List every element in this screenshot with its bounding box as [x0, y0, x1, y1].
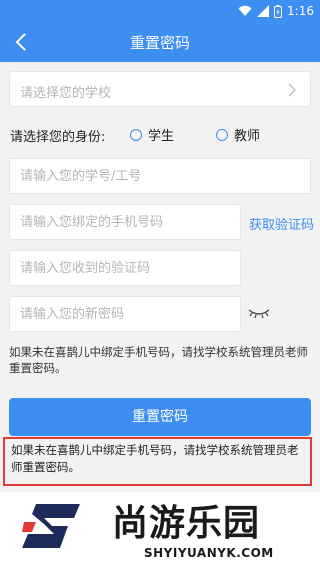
- radio-teacher-label: 教师: [234, 129, 261, 144]
- id-field-wrapper: [9, 158, 311, 194]
- reset-hint-text: 如果未在喜鹊儿中绑定手机号码，请找学校系统管理员老师重置密码。: [9, 345, 308, 375]
- wifi-icon: [238, 5, 252, 16]
- student-id-input[interactable]: [10, 159, 310, 193]
- watermark-logo: [22, 504, 80, 548]
- eye-closed-icon[interactable]: [247, 305, 271, 321]
- page-title: 重置密码: [129, 34, 190, 52]
- signal-icon: [257, 5, 270, 17]
- highlighted-hint-text: 如果未在喜鹊儿中绑定手机号码，请找学校系统管理员老师重置密码。: [3, 437, 312, 486]
- reset-password-button[interactable]: 重置密码: [9, 398, 311, 436]
- watermark-banner: 尚游乐园 SHYIYUANYK.COM: [0, 492, 320, 569]
- status-icons: 1:16: [238, 3, 314, 19]
- radio-teacher[interactable]: 教师: [216, 125, 260, 144]
- radio-circle[interactable]: [216, 128, 228, 141]
- chevron-right-icon: [288, 83, 296, 97]
- radio-student[interactable]: 学生: [130, 125, 174, 144]
- school-select[interactable]: 请选择您的学校: [9, 71, 311, 107]
- watermark-url: SHYIYUANYK.COM: [144, 546, 274, 560]
- new-password-input[interactable]: [10, 297, 240, 331]
- status-time: 1:16: [287, 4, 314, 18]
- status-bar: 1:16: [0, 0, 320, 22]
- nav-bar: 重置密码: [0, 22, 320, 62]
- battery-icon: [274, 4, 283, 18]
- watermark-brand: 尚游乐园: [112, 503, 261, 544]
- code-field-wrapper: [9, 250, 241, 286]
- identity-row: 请选择您的身份: 学生 教师: [10, 124, 310, 145]
- phone-field-wrapper: [9, 204, 241, 240]
- phone-input[interactable]: [10, 205, 240, 239]
- get-code-link[interactable]: 获取验证码: [249, 214, 314, 233]
- radio-student-label: 学生: [148, 129, 175, 144]
- school-select-placeholder: 请选择您的学校: [20, 86, 112, 101]
- new-password-field-wrapper: [9, 296, 241, 332]
- radio-circle[interactable]: [130, 128, 142, 141]
- identity-label: 请选择您的身份:: [10, 130, 106, 145]
- verification-code-input[interactable]: [10, 251, 240, 285]
